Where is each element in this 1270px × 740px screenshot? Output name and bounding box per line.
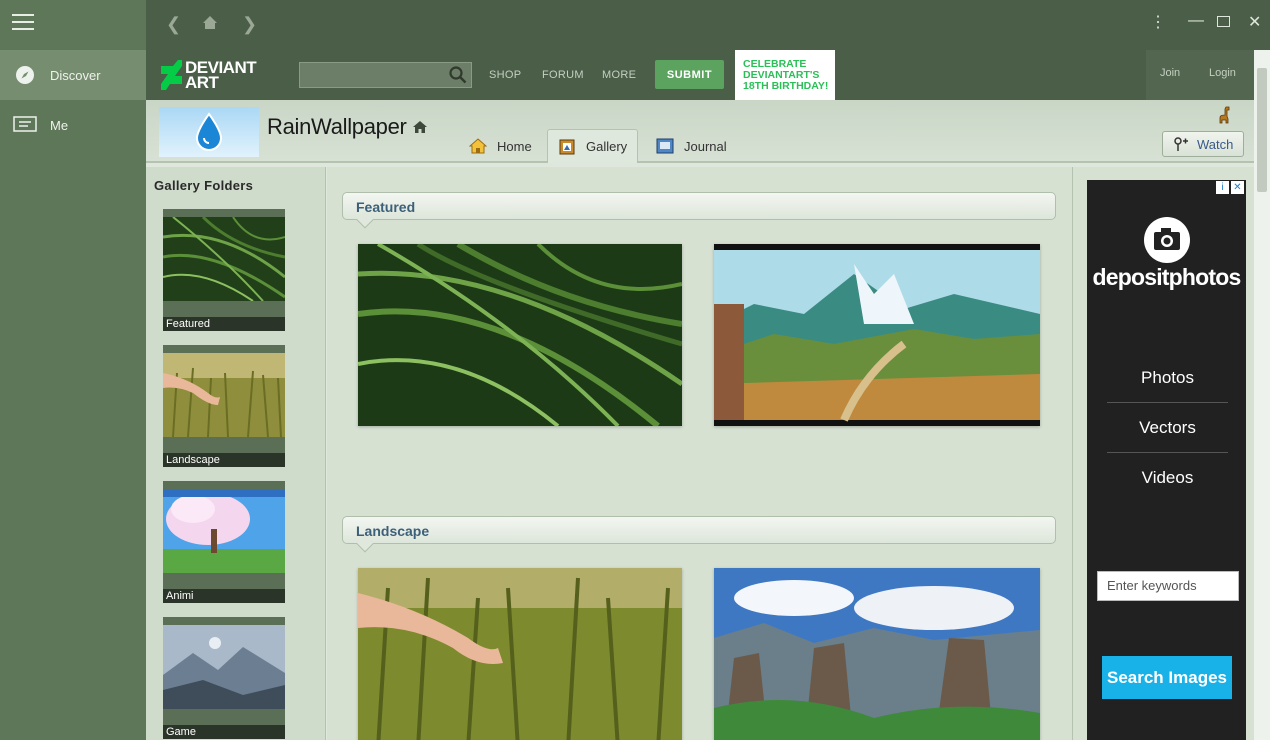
vertical-scrollbar[interactable] — [1254, 50, 1270, 740]
gallery-folders-sidebar: Gallery Folders Featured Landscape Animi… — [146, 167, 326, 740]
tab-gallery[interactable]: Gallery — [547, 129, 639, 163]
folder-thumbnail — [163, 625, 285, 709]
folder-label: Game — [163, 725, 285, 739]
back-arrow-icon[interactable]: ❮ — [166, 14, 181, 35]
folder-landscape[interactable]: Landscape — [163, 345, 285, 467]
tab-home[interactable]: Home — [459, 129, 542, 163]
ad-photos-link[interactable]: Photos — [1107, 353, 1228, 403]
submit-button[interactable]: SUBMIT — [655, 60, 724, 89]
nav-item-discover[interactable]: Discover — [0, 50, 146, 100]
depositphotos-ad[interactable]: i ✕ depositphotos Photos Vectors Videos … — [1087, 180, 1246, 740]
gallery-content: Featured Landscape — [327, 167, 1072, 740]
water-drop-icon — [195, 112, 223, 151]
account-area: Join Login — [1146, 50, 1270, 100]
folder-thumbnail — [163, 489, 285, 573]
folder-label: Animi — [163, 589, 285, 603]
folder-featured[interactable]: Featured — [163, 209, 285, 331]
section-header-featured[interactable]: Featured — [342, 192, 1056, 229]
birthday-promo-banner[interactable]: CELEBRATE DEVIANTART'S 18TH BIRTHDAY! — [735, 50, 835, 100]
ad-vectors-link[interactable]: Vectors — [1107, 403, 1228, 453]
home-icon — [469, 138, 487, 154]
profile-header: RainWallpaper Home Gallery Journal Watch — [146, 100, 1254, 163]
logo-line-2: ART — [185, 73, 219, 92]
folder-animi[interactable]: Animi — [163, 481, 285, 603]
profile-name[interactable]: RainWallpaper — [267, 114, 428, 140]
ad-controls: i ✕ — [1216, 181, 1244, 194]
folder-thumbnail — [163, 353, 285, 437]
ad-search-button[interactable]: Search Images — [1102, 656, 1232, 699]
site-header: DEVIANT ART SHOP FORUM MORE SUBMIT CELEB… — [146, 50, 1270, 100]
minimize-icon[interactable]: — — [1188, 12, 1204, 30]
hamburger-menu-icon[interactable] — [12, 14, 34, 32]
ad-keyword-input[interactable]: Enter keywords — [1097, 571, 1239, 601]
deviation-thumbnail[interactable] — [358, 568, 682, 740]
screen-icon — [0, 115, 50, 135]
scrollbar-thumb[interactable] — [1257, 68, 1267, 192]
app-navigation: Discover Me — [0, 0, 146, 740]
deviantart-logo[interactable]: DEVIANT ART — [160, 59, 257, 92]
folder-thumbnail — [163, 217, 285, 301]
sidebar-title: Gallery Folders — [154, 178, 254, 193]
journal-icon — [656, 138, 674, 154]
search-input[interactable] — [299, 62, 472, 88]
profile-name-text: RainWallpaper — [267, 114, 407, 139]
folder-game[interactable]: Game — [163, 617, 285, 739]
nav-item-label: Me — [50, 117, 69, 133]
nav-item-me[interactable]: Me — [0, 100, 146, 150]
camera-icon — [1087, 216, 1246, 269]
ad-info-icon[interactable]: i — [1216, 181, 1229, 194]
join-link[interactable]: Join — [1160, 67, 1180, 79]
deviation-thumbnail[interactable] — [358, 244, 682, 426]
watch-label: Watch — [1197, 136, 1234, 152]
gallery-icon — [559, 139, 575, 154]
folder-label: Featured — [163, 317, 285, 331]
forum-link[interactable]: FORUM — [542, 69, 584, 81]
nav-item-label: Discover — [50, 67, 101, 83]
window-titlebar: ❮ ❯ ⋮ — ✕ — [146, 0, 1270, 50]
close-icon[interactable]: ✕ — [1248, 12, 1261, 32]
deviation-thumbnail[interactable] — [714, 568, 1040, 740]
tab-label: Gallery — [586, 139, 628, 154]
more-link[interactable]: MORE — [602, 69, 636, 81]
home-icon[interactable] — [202, 14, 218, 35]
right-column: i ✕ depositphotos Photos Vectors Videos … — [1072, 167, 1254, 740]
watch-icon — [1174, 137, 1188, 151]
avatar[interactable] — [159, 107, 259, 157]
promo-line: 18TH BIRTHDAY! — [743, 80, 829, 92]
maximize-icon[interactable] — [1217, 14, 1230, 32]
deviation-thumbnail[interactable] — [714, 244, 1040, 426]
ad-videos-link[interactable]: Videos — [1107, 453, 1228, 503]
login-link[interactable]: Login — [1209, 67, 1236, 79]
more-options-icon[interactable]: ⋮ — [1150, 12, 1166, 32]
watch-button[interactable]: Watch — [1162, 131, 1244, 157]
search-icon[interactable] — [449, 66, 467, 89]
shop-link[interactable]: SHOP — [489, 69, 521, 81]
ad-close-icon[interactable]: ✕ — [1231, 181, 1244, 194]
folder-label: Landscape — [163, 453, 285, 467]
tab-label: Home — [497, 138, 532, 154]
compass-icon — [0, 64, 50, 86]
tab-journal[interactable]: Journal — [646, 129, 737, 163]
section-header-landscape[interactable]: Landscape — [342, 516, 1056, 553]
llama-icon[interactable] — [1216, 106, 1232, 124]
ad-brand: depositphotos — [1092, 264, 1241, 290]
forward-arrow-icon[interactable]: ❯ — [242, 14, 257, 35]
deviantart-logo-icon — [161, 60, 182, 90]
tab-label: Journal — [684, 138, 727, 154]
home-icon — [413, 121, 428, 133]
